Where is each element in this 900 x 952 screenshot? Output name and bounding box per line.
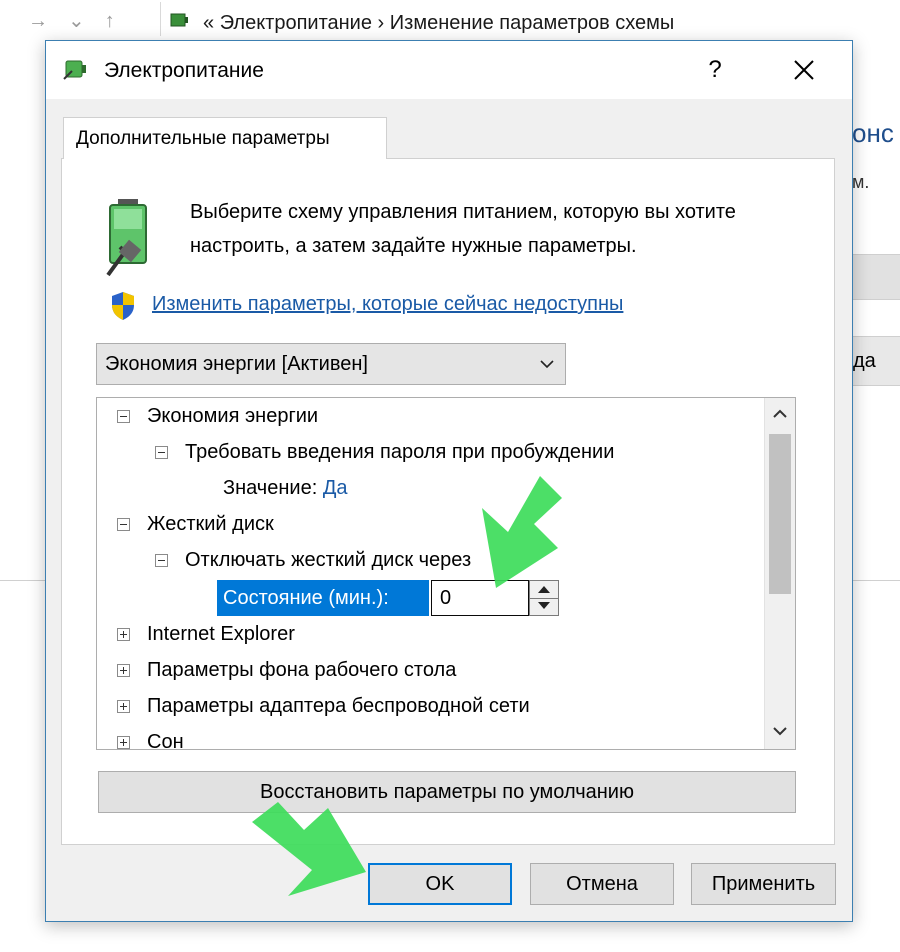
chevron-down-icon: [773, 727, 787, 736]
close-icon: [794, 60, 814, 80]
background-divider: [0, 580, 46, 581]
tree-item-label: Параметры фона рабочего стола: [147, 659, 457, 681]
tree-item-label: Экономия энергии: [147, 405, 319, 427]
power-scheme-selected: Экономия энергии [Активен]: [105, 353, 368, 375]
power-options-icon: [170, 13, 188, 27]
value-label: Значение:: [223, 477, 318, 499]
arrow-down-icon: [538, 602, 550, 609]
tree-item-label: Жесткий диск: [147, 513, 274, 535]
power-scheme-select[interactable]: Экономия энергии [Активен]: [96, 343, 566, 385]
apply-button[interactable]: Применить: [691, 863, 836, 905]
chevron-up-icon: [773, 409, 787, 418]
tree-item-energy-saving[interactable]: Экономия энергии: [117, 398, 318, 434]
settings-tree[interactable]: Экономия энергии Требовать введения паро…: [96, 397, 796, 750]
battery-plug-icon: [106, 199, 147, 277]
tree-item-label: Параметры адаптера беспроводной сети: [147, 695, 530, 717]
expand-icon[interactable]: [117, 628, 130, 641]
nav-arrows[interactable]: →⌄↑: [28, 8, 135, 33]
minutes-spinner[interactable]: [529, 580, 559, 616]
change-unavailable-settings-link[interactable]: Изменить параметры, которые сейчас недос…: [152, 293, 623, 316]
minutes-input[interactable]: 0: [431, 580, 529, 616]
chevron-down-icon: [540, 360, 554, 369]
background-button-fragment: да: [852, 336, 900, 386]
breadcrumb-power[interactable]: Электропитание: [220, 12, 372, 34]
tree-item-label: Internet Explorer: [147, 623, 295, 645]
tree-scrollbar[interactable]: [764, 398, 795, 749]
expand-icon[interactable]: [117, 736, 130, 749]
breadcrumb-separator: «: [203, 12, 215, 34]
spin-up-button[interactable]: [530, 581, 558, 599]
expand-icon[interactable]: [117, 700, 130, 713]
tree-item-internet-explorer[interactable]: Internet Explorer: [117, 616, 295, 652]
collapse-icon[interactable]: [155, 554, 168, 567]
background-text-fragment: м.: [852, 172, 870, 192]
breadcrumb: « Электропитание › Изменение параметров …: [203, 12, 674, 35]
background-heading-fragment: онс: [852, 118, 894, 148]
tab-advanced-settings[interactable]: Дополнительные параметры: [63, 117, 387, 159]
help-button[interactable]: ?: [692, 47, 738, 93]
dialog-title: Электропитание: [104, 59, 264, 82]
background-divider: [852, 580, 900, 581]
breadcrumb-arrow: ›: [377, 12, 385, 34]
power-plug-icon: [63, 60, 86, 80]
tree-item-sleep[interactable]: Сон: [117, 724, 184, 750]
background-field: [852, 254, 900, 300]
tree-item-hard-disk[interactable]: Жесткий диск: [117, 506, 274, 542]
tree-item-label: Требовать введения пароля при пробуждени…: [185, 441, 615, 463]
uac-shield-icon: [112, 292, 134, 320]
spin-down-button[interactable]: [530, 598, 558, 615]
explorer-navbar: →⌄↑ « Электропитание › Изменение парамет…: [0, 0, 900, 36]
value-select[interactable]: Да: [323, 477, 348, 499]
power-options-dialog: Электропитание ? Дополнительные параметр…: [45, 40, 853, 922]
scroll-up-button[interactable]: [765, 398, 795, 432]
tree-item-require-password[interactable]: Требовать введения пароля при пробуждени…: [155, 434, 614, 470]
cancel-button[interactable]: Отмена: [530, 863, 674, 905]
ok-button[interactable]: OK: [368, 863, 512, 905]
state-label-selected: Состояние (мин.):: [217, 580, 429, 616]
scroll-down-button[interactable]: [765, 715, 795, 749]
close-button[interactable]: [776, 47, 832, 93]
tree-item-label: Отключать жесткий диск через: [185, 549, 472, 571]
breadcrumb-edit-plan[interactable]: Изменение параметров схемы: [390, 12, 675, 34]
tree-item-turn-off-disk[interactable]: Отключать жесткий диск через: [155, 542, 471, 578]
tree-item-wireless-adapter[interactable]: Параметры адаптера беспроводной сети: [117, 688, 530, 724]
restore-defaults-button[interactable]: Восстановить параметры по умолчанию: [98, 771, 796, 813]
tree-item-label: Сон: [147, 731, 184, 750]
tree-value-row: Значение: Да: [223, 470, 347, 506]
arrow-up-icon: [538, 586, 550, 593]
collapse-icon[interactable]: [117, 410, 130, 423]
tree-item-desktop-background[interactable]: Параметры фона рабочего стола: [117, 652, 456, 688]
dialog-titlebar[interactable]: Электропитание ?: [46, 41, 852, 99]
scroll-thumb[interactable]: [769, 434, 791, 594]
address-bar[interactable]: « Электропитание › Изменение параметров …: [160, 2, 900, 36]
collapse-icon[interactable]: [155, 446, 168, 459]
description-text: Выберите схему управления питанием, кото…: [190, 201, 736, 257]
advanced-settings-panel: Выберите схему управления питанием, кото…: [61, 158, 835, 845]
expand-icon[interactable]: [117, 664, 130, 677]
collapse-icon[interactable]: [117, 518, 130, 531]
